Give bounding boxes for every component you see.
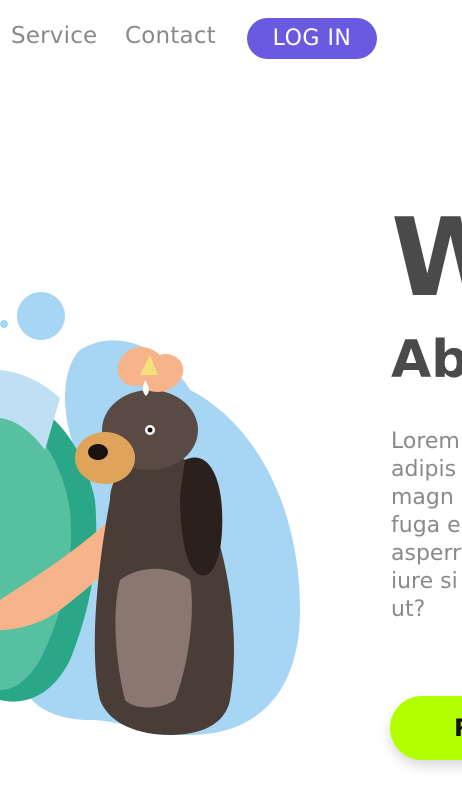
top-nav: Service Contact LOG IN	[0, 18, 462, 60]
dog-icon	[0, 292, 300, 735]
login-button[interactable]: LOG IN	[247, 18, 377, 59]
hero-description-line: Lorem	[391, 429, 460, 454]
page: Service Contact LOG IN W Ab Lorem adipis…	[0, 0, 462, 802]
nav-link-contact[interactable]: Contact	[125, 23, 216, 49]
hero-description-line: ut?	[391, 597, 426, 622]
nav-link-service[interactable]: Service	[11, 23, 97, 49]
cta-button[interactable]: R	[390, 696, 462, 760]
hero-title: W	[391, 196, 462, 321]
hero-description-line: asperr	[391, 541, 462, 566]
hero-description-line: adipis	[391, 457, 457, 482]
hero-subtitle: Ab	[391, 330, 462, 390]
hero-description-line: fuga e	[391, 513, 461, 538]
vet-dog-illustration	[0, 280, 320, 750]
hero-description-line: iure si	[391, 569, 458, 594]
hero-description-line: magn	[391, 485, 454, 510]
hero-description: Lorem adipis magn fuga e asperr iure si …	[391, 428, 462, 624]
